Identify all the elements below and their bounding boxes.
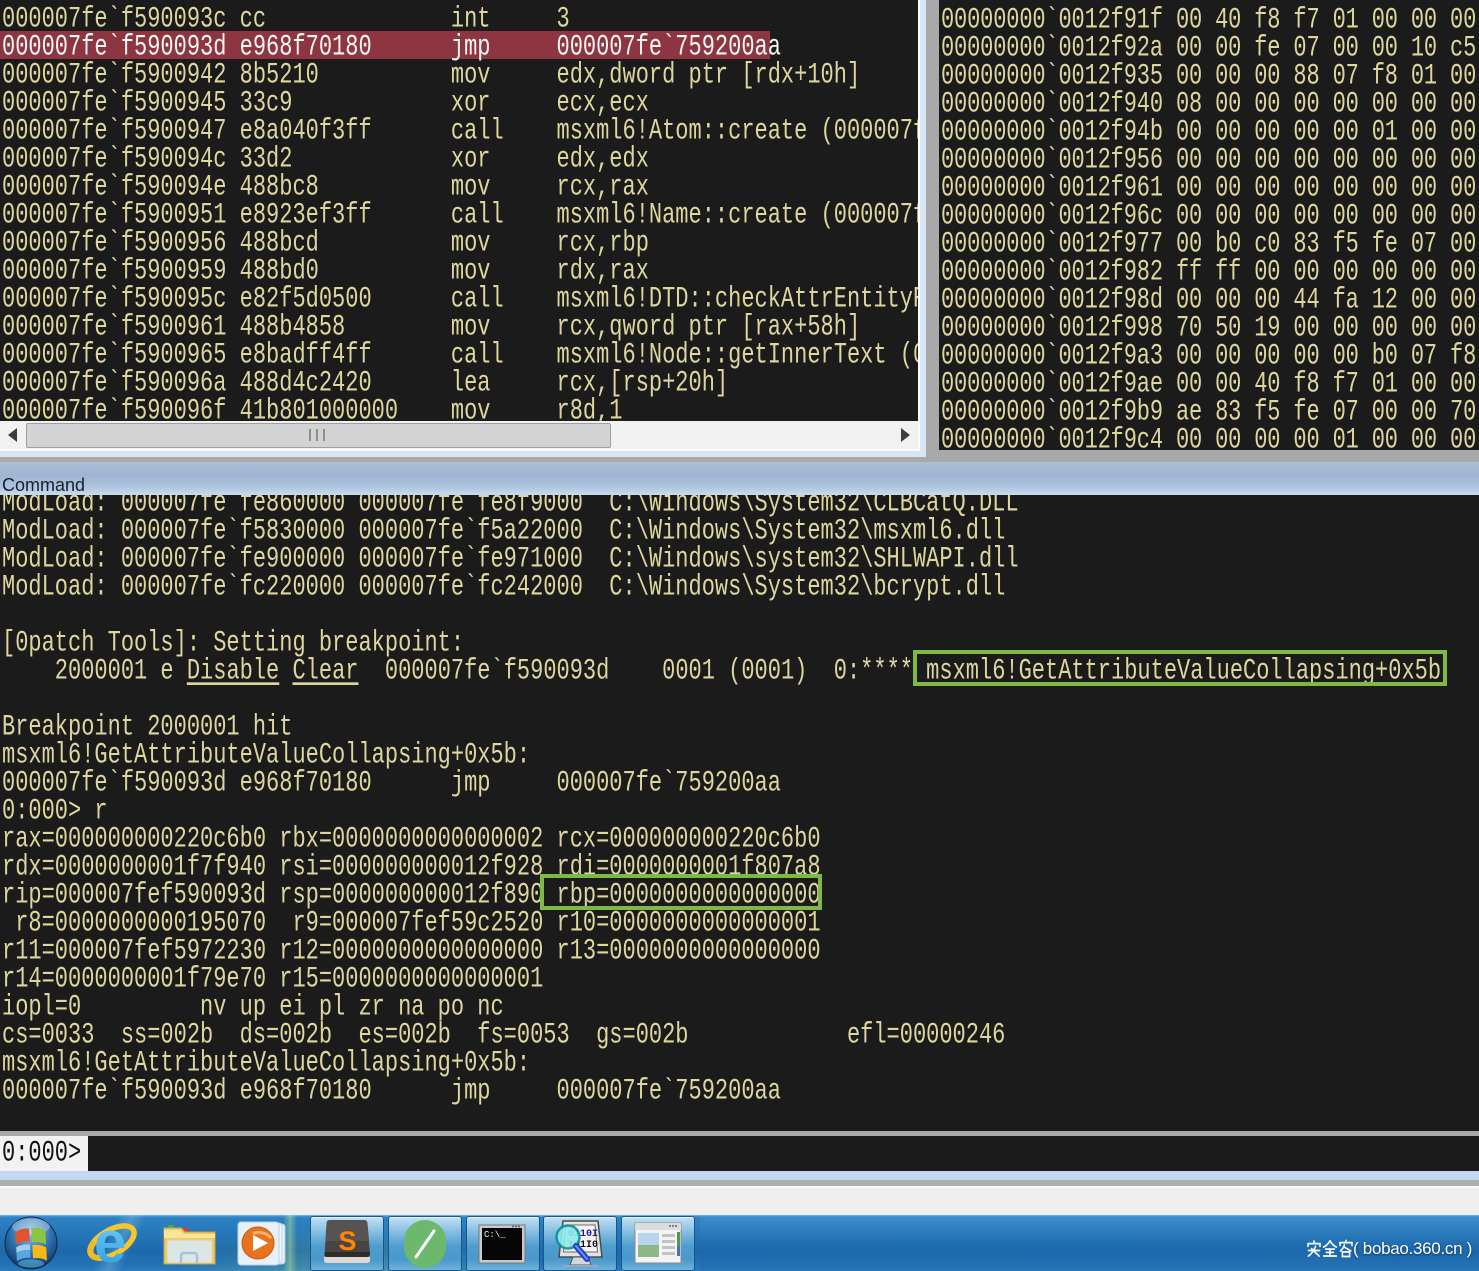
svg-text:S: S xyxy=(339,1226,357,1256)
svg-text:C:\_: C:\_ xyxy=(484,1230,506,1240)
svg-text:e: e xyxy=(94,1215,126,1271)
